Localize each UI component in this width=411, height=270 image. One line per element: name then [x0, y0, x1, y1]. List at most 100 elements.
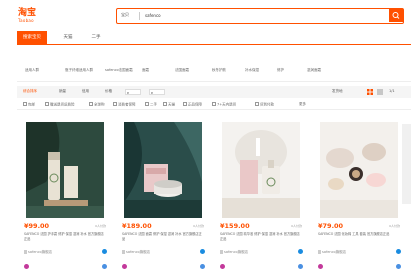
shop-icon [122, 250, 125, 254]
tmall-badge-icon [122, 264, 127, 269]
search-button[interactable] [389, 9, 403, 22]
product-title[interactable]: SAFENCO 法国 精华液 修护 保湿 滋润 补水 官方旗舰店正品 [220, 232, 302, 245]
wangwang-chat-icon[interactable] [298, 249, 303, 254]
tmall-badge-icon [220, 264, 225, 269]
check-label: 天猫 [168, 102, 175, 107]
price-from-symbol: ¥ [127, 91, 129, 95]
checkbox[interactable] [89, 102, 93, 106]
page-indicator: 1/1 [389, 89, 395, 93]
check-label: 消费者保障 [118, 102, 136, 107]
product-title[interactable]: SAFENCO 法国 化妆棉 工具 套装 官方旗舰店正品 [318, 232, 400, 245]
shop-name[interactable]: safenco旗舰店 [322, 250, 346, 255]
shop-icon [220, 250, 223, 254]
grid-view-icon[interactable] [367, 89, 373, 95]
check-7day-return[interactable]: 7+天内退货 [212, 102, 236, 108]
tmall-badge-icon [318, 264, 323, 269]
check-global[interactable]: 全球购 [89, 102, 105, 108]
tmall-badge-icon [24, 264, 29, 269]
product-photo-accessories [320, 122, 398, 218]
checkbox[interactable] [255, 102, 259, 106]
product-card[interactable]: ¥79.00 0人付款 SAFENCO 法国 化妆棉 工具 套装 官方旗舰店正品… [310, 118, 406, 270]
product-card[interactable]: ¥159.00 0人付款 SAFENCO 法国 精华液 修护 保湿 滋润 补水 … [212, 118, 308, 270]
product-card[interactable]: ¥189.00 0人付款 SAFENCO 法国 面霜 修护 保湿 滋润 补水 官… [114, 118, 210, 270]
filter-item[interactable]: safenco法国面霜 [105, 68, 133, 73]
ship-from-dropdown[interactable]: 发货地 [332, 89, 343, 94]
product-card[interactable]: ¥99.00 0人付款 SAFENCO 法国 护手霜 修护 保湿 滋润 补水 官… [16, 118, 112, 270]
sort-credit[interactable]: 信用 [82, 89, 89, 94]
taobao-logo[interactable]: 淘宝 Taobao [18, 8, 40, 26]
check-genuine[interactable]: 正品保障 [183, 102, 202, 108]
check-secondhand[interactable]: 二手 [145, 102, 157, 108]
checkbox[interactable] [45, 102, 49, 106]
sort-default[interactable]: 综合排序 [23, 89, 37, 94]
tab-products[interactable]: 搜索宝贝 [17, 31, 47, 44]
product-price: ¥79.00 [318, 222, 344, 230]
product-photo-hand-cream [26, 122, 104, 218]
price-to-input[interactable]: ¥ [149, 89, 165, 95]
filter-item[interactable]: 瓶子纤维适用人群 [65, 68, 93, 73]
flag-icon [200, 264, 205, 269]
product-image[interactable] [222, 122, 300, 218]
product-title[interactable]: SAFENCO 法国 护手霜 修护 保湿 滋润 补水 官方旗舰店正品 [24, 232, 106, 245]
shop-name[interactable]: safenco旗舰店 [224, 250, 248, 255]
sort-bar: 综合排序 销量 信用 价格 ¥ ¥ 发货地 1/1 [17, 86, 411, 98]
product-sales: 0人付款 [291, 224, 302, 228]
tab-tmall[interactable]: 天猫 [59, 31, 77, 44]
checkbox[interactable] [183, 102, 187, 106]
checkbox-filter-row: 包邮 赠送退货运费险 全球购 消费者保障 二手 天猫 正品保障 7+天内退货 货… [17, 100, 411, 110]
checkbox[interactable] [163, 102, 167, 106]
shop-icon [318, 250, 321, 254]
filter-item[interactable]: 补水保湿 [245, 68, 259, 73]
shop-name[interactable]: safenco旗舰店 [28, 250, 52, 255]
price-from-input[interactable]: ¥ [125, 89, 141, 95]
sort-sales[interactable]: 销量 [59, 89, 66, 94]
product-image[interactable] [26, 122, 104, 218]
product-photo-serum [222, 122, 300, 218]
check-protection[interactable]: 消费者保障 [113, 102, 136, 108]
filter-item[interactable]: 修护 [277, 68, 284, 73]
product-price: ¥189.00 [122, 222, 152, 230]
check-return-insurance[interactable]: 赠送退货运费险 [45, 102, 75, 108]
flag-icon [102, 264, 107, 269]
more-filters-button[interactable]: 更多 [299, 102, 306, 107]
filter-item[interactable]: 适用人群 [25, 68, 39, 73]
checkbox[interactable] [212, 102, 216, 106]
search-divider [139, 12, 140, 20]
search-box[interactable]: 宝贝 [116, 8, 404, 24]
shop-name[interactable]: safenco旗舰店 [126, 250, 150, 255]
checkbox[interactable] [23, 102, 27, 106]
filter-item[interactable]: 法国面霜 [175, 68, 189, 73]
price-to-symbol: ¥ [151, 91, 153, 95]
product-image[interactable] [320, 122, 398, 218]
filter-item[interactable]: 滋润面霜 [307, 68, 321, 73]
checkbox[interactable] [145, 102, 149, 106]
search-icon [392, 12, 400, 19]
search-input[interactable] [145, 10, 375, 21]
product-image[interactable] [124, 122, 202, 218]
header: 淘宝 Taobao 宝贝 [0, 0, 411, 30]
check-label: 正品保障 [188, 102, 202, 107]
check-label: 7+天内退货 [217, 102, 237, 107]
tab-secondhand[interactable]: 二手 [87, 31, 105, 44]
wangwang-chat-icon[interactable] [102, 249, 107, 254]
filter-item[interactable]: 面霜 [142, 68, 149, 73]
filter-item[interactable]: 秋冬护肤 [212, 68, 226, 73]
check-free-shipping[interactable]: 包邮 [23, 102, 35, 108]
logo-text-cn: 淘宝 [18, 8, 37, 18]
wangwang-chat-icon[interactable] [396, 249, 401, 254]
check-tmall[interactable]: 天猫 [163, 102, 175, 108]
check-label: 货到付款 [260, 102, 274, 107]
product-price: ¥99.00 [24, 222, 50, 230]
product-sales: 0人付款 [389, 224, 400, 228]
check-label: 二手 [150, 102, 157, 107]
product-sales: 0人付款 [193, 224, 204, 228]
wangwang-chat-icon[interactable] [200, 249, 205, 254]
product-price: ¥159.00 [220, 222, 250, 230]
search-scope-dropdown[interactable]: 宝贝 [121, 12, 129, 18]
checkbox[interactable] [113, 102, 117, 106]
related-filter-row: 适用人群 瓶子纤维适用人群 safenco法国面霜 面霜 法国面霜 秋冬护肤 补… [17, 60, 411, 82]
list-view-icon[interactable] [377, 89, 383, 95]
check-cod[interactable]: 货到付款 [255, 102, 274, 108]
sort-price[interactable]: 价格 [105, 89, 112, 94]
product-title[interactable]: SAFENCO 法国 面霜 修护 保湿 滋润 补水 官方旗舰店正品 [122, 232, 204, 245]
